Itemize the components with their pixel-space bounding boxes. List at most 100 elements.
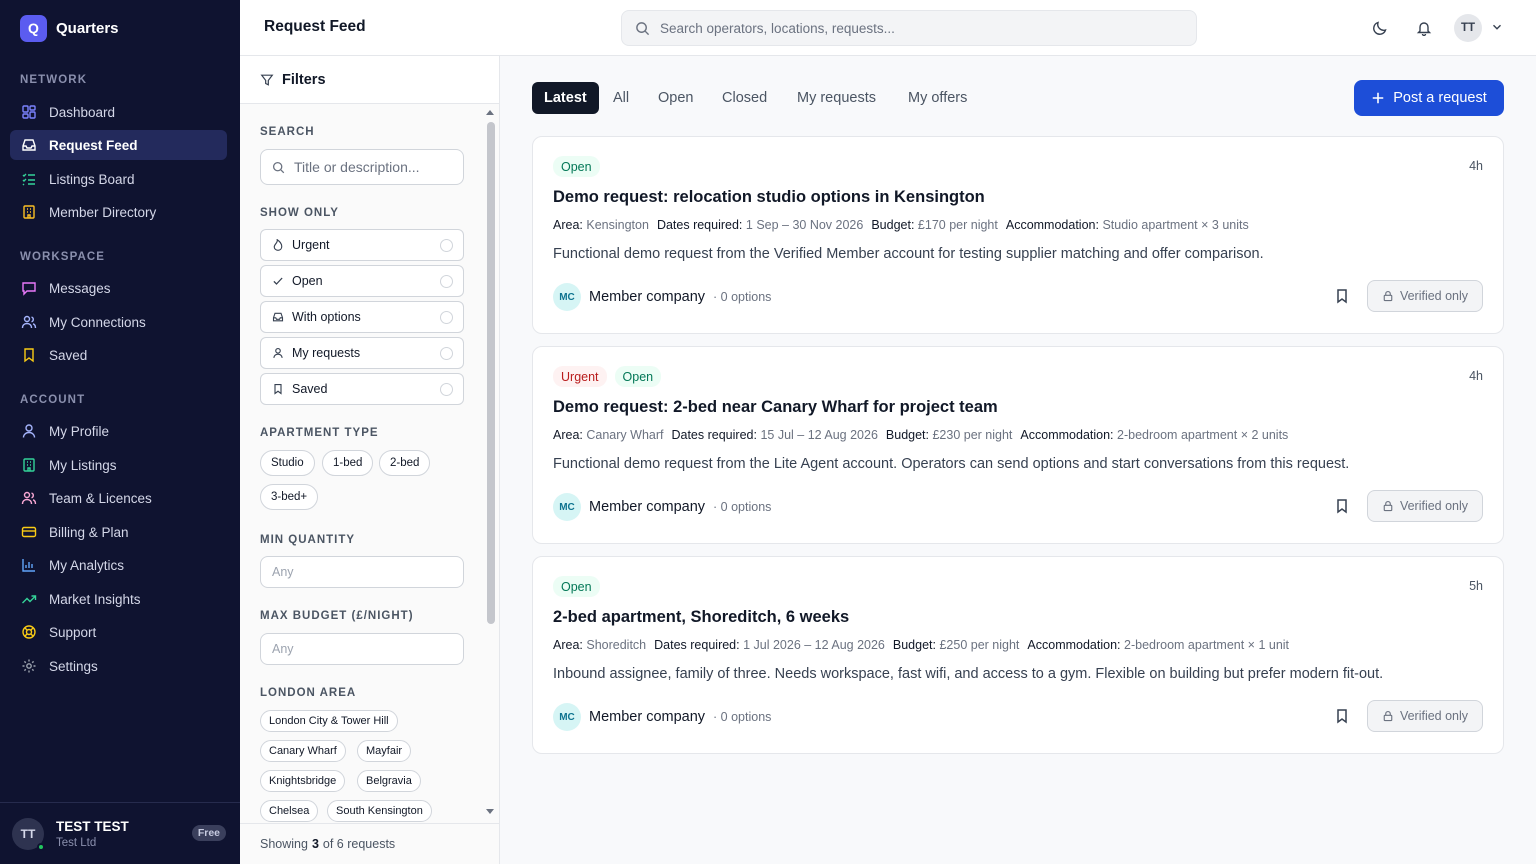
global-search[interactable] [621,10,1197,46]
sidebar-item-label: Saved [49,347,88,363]
bell-icon [1416,22,1432,36]
min-quantity-input[interactable]: Any [260,556,464,588]
sidebar-item-label: My Profile [49,423,110,439]
bar-chart-icon [22,559,35,572]
filters-scrollbar-thumb[interactable] [487,122,495,624]
tab-my-requests[interactable]: My requests [785,82,888,114]
inbox-icon [22,139,36,151]
meta-dates: 1 Sep – 30 Nov 2026 [745,218,864,232]
verified-only-button[interactable]: Verified only [1367,700,1483,732]
chip-area[interactable]: London City & Tower Hill [260,710,398,732]
company-name[interactable]: Member company [589,499,705,515]
tab-latest[interactable]: Latest [532,82,599,114]
company-name[interactable]: Member company [589,289,705,305]
sidebar-item-request-feed[interactable]: Request Feed [10,130,227,160]
filter-toggle-open[interactable]: Open [260,265,464,297]
bookmark-icon[interactable] [1334,288,1350,304]
chip-area[interactable]: South Kensington [327,800,432,822]
meta-budget: £230 per night [932,428,1013,442]
request-card[interactable]: Open 4h Demo request: relocation studio … [532,136,1504,334]
sidebar-item-messages[interactable]: Messages [10,273,227,303]
sidebar-item-market-insights[interactable]: Market Insights [10,584,227,614]
flame-icon [273,239,283,251]
max-budget-input[interactable]: Any [260,633,464,665]
meta-key: Budget: [892,638,936,652]
user-avatar-button[interactable]: TT [1454,14,1482,42]
chip-area[interactable]: Chelsea [260,800,319,822]
request-card[interactable]: Urgent Open 4h Demo request: 2-bed near … [532,346,1504,544]
sidebar-item-saved[interactable]: Saved [10,340,227,370]
request-description: Inbound assignee, family of three. Needs… [553,666,1384,682]
sidebar-item-my-profile[interactable]: My Profile [10,416,227,446]
sidebar-item-team-licences[interactable]: Team & Licences [10,483,227,513]
request-title[interactable]: Demo request: 2-bed near Canary Wharf fo… [553,398,998,417]
status-badge: Open [553,156,600,177]
filter-toggle-my-requests[interactable]: My requests [260,337,464,369]
bookmark-icon[interactable] [1334,708,1350,724]
sidebar-item-member-directory[interactable]: Member Directory [10,197,227,227]
user-icon [273,347,283,358]
sidebar-item-label: Support [49,624,97,640]
brand[interactable]: Q Quarters [20,14,119,42]
brand-logo: Q [20,14,47,42]
filter-toggle-urgent[interactable]: Urgent [260,229,464,261]
filter-toggle-saved[interactable]: Saved [260,373,464,405]
sidebar-item-label: Team & Licences [49,490,152,506]
sidebar-item-my-analytics[interactable]: My Analytics [10,550,227,580]
meta-key: Dates required: [656,218,743,232]
chip-studio[interactable]: Studio [260,450,315,476]
post-request-button[interactable]: Post a request [1354,80,1504,116]
sidebar-item-my-connections[interactable]: My Connections [10,307,227,337]
search-filter-label: SEARCH [260,126,315,138]
bookmark-icon[interactable] [1334,498,1350,514]
sidebar-item-my-listings[interactable]: My Listings [10,450,227,480]
users-icon [21,491,37,505]
results-shown: 3 [311,837,319,851]
chip-area[interactable]: Canary Wharf [260,740,346,762]
verified-only-button[interactable]: Verified only [1367,280,1483,312]
sidebar-item-listings-board[interactable]: Listings Board [10,164,227,194]
plus-icon [1373,92,1384,104]
chip-area[interactable]: Belgravia [357,770,421,792]
search-input[interactable] [660,20,1180,36]
sidebar-item-label: My Analytics [49,557,125,573]
theme-toggle-button[interactable] [1368,16,1392,40]
scroll-down-arrow-icon[interactable] [485,808,495,816]
meta-key: Dates required: [654,638,740,652]
filter-search-input[interactable]: Title or description... [260,149,464,185]
request-description: Functional demo request from the Verifie… [553,246,1264,262]
filter-toggle-with-options[interactable]: With options [260,301,464,333]
options-count: · 0 options [713,290,772,304]
chevron-down-icon[interactable] [1490,20,1504,34]
status-badge: Open [553,576,600,597]
sidebar-item-settings[interactable]: Settings [10,651,227,681]
sidebar-item-label: Request Feed [49,137,138,153]
verified-only-button[interactable]: Verified only [1367,490,1483,522]
filters-title: Filters [282,71,326,88]
request-time: 4h [1469,369,1483,383]
sidebar-item-billing-plan[interactable]: Billing & Plan [10,517,227,547]
company-avatar: MC [553,283,581,311]
chip-1-bed[interactable]: 1-bed [322,450,374,476]
tab-my-offers[interactable]: My offers [896,82,979,114]
request-meta: Area: Kensington Dates required: 1 Sep –… [553,218,1249,232]
request-card[interactable]: Open 5h 2-bed apartment, Shoreditch, 6 w… [532,556,1504,754]
chip-2-bed[interactable]: 2-bed [379,450,431,476]
verified-only-label: Verified only [1399,709,1469,723]
chip-area[interactable]: Mayfair [357,740,412,762]
sidebar-item-label: Settings [49,658,98,674]
scroll-up-arrow-icon[interactable] [485,108,495,116]
chip-area[interactable]: Knightsbridge [260,770,346,792]
user-card[interactable]: TT TEST TEST Test Ltd Free [0,802,240,864]
tab-all[interactable]: All [601,82,641,114]
tab-closed[interactable]: Closed [710,82,779,114]
chip-3-bed-plus[interactable]: 3-bed+ [260,484,319,510]
request-title[interactable]: Demo request: relocation studio options … [553,188,985,207]
notifications-button[interactable] [1412,16,1436,40]
company-name[interactable]: Member company [589,709,705,725]
sidebar-item-dashboard[interactable]: Dashboard [10,97,227,127]
sidebar-item-support[interactable]: Support [10,617,227,647]
request-title[interactable]: 2-bed apartment, Shoreditch, 6 weeks [553,608,849,627]
options-count: · 0 options [713,500,772,514]
tab-open[interactable]: Open [646,82,705,114]
